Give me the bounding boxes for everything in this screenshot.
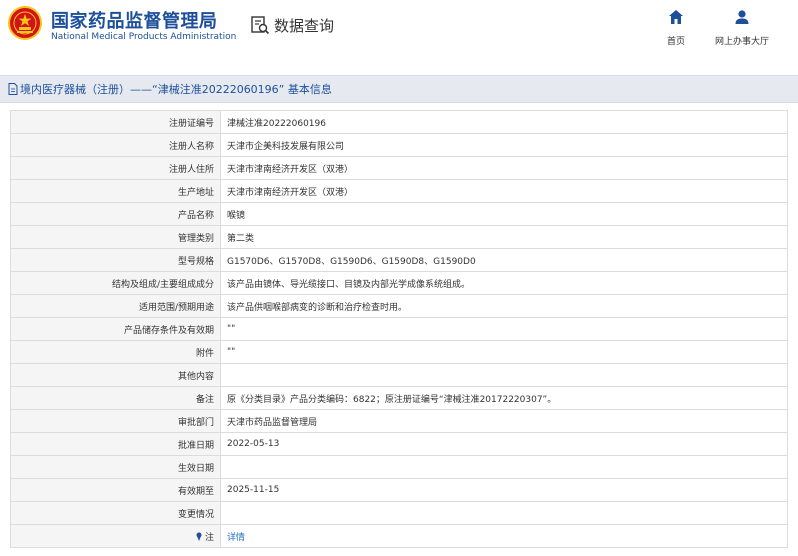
row-label: 结构及组成/主要组成成分 [10, 271, 221, 295]
data-query-link[interactable]: 数据查询 [250, 14, 334, 36]
row-value: 天津市津南经济开发区（双港） [220, 156, 788, 180]
pin-icon [196, 532, 202, 541]
document-search-icon [251, 16, 270, 35]
table-row: 批准日期 2022-05-13 [10, 432, 788, 456]
row-label: 有效期至 [10, 478, 221, 502]
row-label: 注册人名称 [10, 133, 221, 157]
table-row: 附件 "" [10, 340, 788, 364]
detail-title-bar: 境内医疗器械（注册）——“津械注准20222060196” 基本信息 [0, 75, 798, 103]
row-label: 其他内容 [10, 363, 221, 387]
nav-online-hall[interactable]: 网上办事大厅 [707, 9, 777, 48]
row-value: 原《分类目录》产品分类编码：6822；原注册证编号“津械注准2017222030… [220, 386, 788, 410]
row-value: "" [220, 317, 788, 341]
row-value: 天津市企美科技发展有限公司 [220, 133, 788, 157]
row-label: 生产地址 [10, 179, 221, 203]
detail-title: 境内医疗器械（注册）——“津械注准20222060196” 基本信息 [20, 83, 332, 96]
detail-table: 注册证编号 津械注准20222060196 注册人名称 天津市企美科技发展有限公司 注册… [10, 110, 788, 548]
home-icon [669, 10, 683, 24]
data-query-label: 数据查询 [274, 16, 335, 35]
site-subtitle: National Medical Products Administration [51, 32, 237, 42]
row-label: 变更情况 [10, 501, 221, 525]
document-icon [8, 83, 18, 95]
table-row: 管理类别 第二类 [10, 225, 788, 249]
row-label: 产品名称 [10, 202, 221, 226]
row-label: 型号规格 [10, 248, 221, 272]
row-value: "" [220, 340, 788, 364]
row-value: 天津市药品监督管理局 [220, 409, 788, 433]
nav-home[interactable]: 首页 [641, 9, 711, 48]
table-row: 备注 原《分类目录》产品分类编码：6822；原注册证编号“津械注准20172220… [10, 386, 788, 410]
row-value: 2025-11-15 [220, 478, 788, 502]
table-row: 适用范围/预期用途 该产品供咽喉部病变的诊断和治疗检查时用。 [10, 294, 788, 318]
row-value [220, 501, 788, 525]
table-row: 注 详情 [10, 524, 788, 548]
row-value: 第二类 [220, 225, 788, 249]
site-header: 国家药品监督管理局 National Medical Products Admi… [0, 0, 798, 60]
table-row: 注册人名称 天津市企美科技发展有限公司 [10, 133, 788, 157]
row-label: 批准日期 [10, 432, 221, 456]
row-value [220, 363, 788, 387]
note-label: 注 [204, 532, 214, 543]
row-label: 审批部门 [10, 409, 221, 433]
row-label: 注册人住所 [10, 156, 221, 180]
table-row: 有效期至 2025-11-15 [10, 478, 788, 502]
row-value: 详情 [220, 524, 788, 548]
national-emblem-icon [8, 6, 42, 40]
row-label: 产品储存条件及有效期 [10, 317, 221, 341]
row-value: 津械注准20222060196 [220, 110, 788, 134]
site-title: 国家药品监督管理局 [51, 11, 218, 32]
table-row: 产品名称 喉镜 [10, 202, 788, 226]
row-label: 附件 [10, 340, 221, 364]
row-value: 该产品由镜体、导光缆接口、目镜及内部光学成像系统组成。 [220, 271, 788, 295]
row-label: 适用范围/预期用途 [10, 294, 221, 318]
row-label: 注 [10, 524, 221, 548]
table-row: 其他内容 [10, 363, 788, 387]
row-value: 2022-05-13 [220, 432, 788, 456]
table-row: 注册证编号 津械注准20222060196 [10, 110, 788, 134]
row-label: 管理类别 [10, 225, 221, 249]
table-row: 注册人住所 天津市津南经济开发区（双港） [10, 156, 788, 180]
nav-home-label: 首页 [666, 37, 685, 47]
row-value: 该产品供咽喉部病变的诊断和治疗检查时用。 [220, 294, 788, 318]
row-label: 注册证编号 [10, 110, 221, 134]
row-value: 喉镜 [220, 202, 788, 226]
table-row: 变更情况 [10, 501, 788, 525]
row-value [220, 455, 788, 479]
table-row: 型号规格 G1570D6、G1570D8、G1590D6、G1590D8、G159… [10, 248, 788, 272]
row-label: 生效日期 [10, 455, 221, 479]
table-row: 生产地址 天津市津南经济开发区（双港） [10, 179, 788, 203]
details-link[interactable]: 详情 [227, 533, 245, 543]
table-row: 审批部门 天津市药品监督管理局 [10, 409, 788, 433]
row-label: 备注 [10, 386, 221, 410]
table-row: 结构及组成/主要组成成分 该产品由镜体、导光缆接口、目镜及内部光学成像系统组成。 [10, 271, 788, 295]
row-value: 天津市津南经济开发区（双港） [220, 179, 788, 203]
row-value: G1570D6、G1570D8、G1590D6、G1590D8、G1590D0 [220, 248, 788, 272]
table-row: 产品储存条件及有效期 "" [10, 317, 788, 341]
nav-online-hall-label: 网上办事大厅 [714, 37, 769, 47]
user-icon [735, 10, 749, 24]
table-row: 生效日期 [10, 455, 788, 479]
